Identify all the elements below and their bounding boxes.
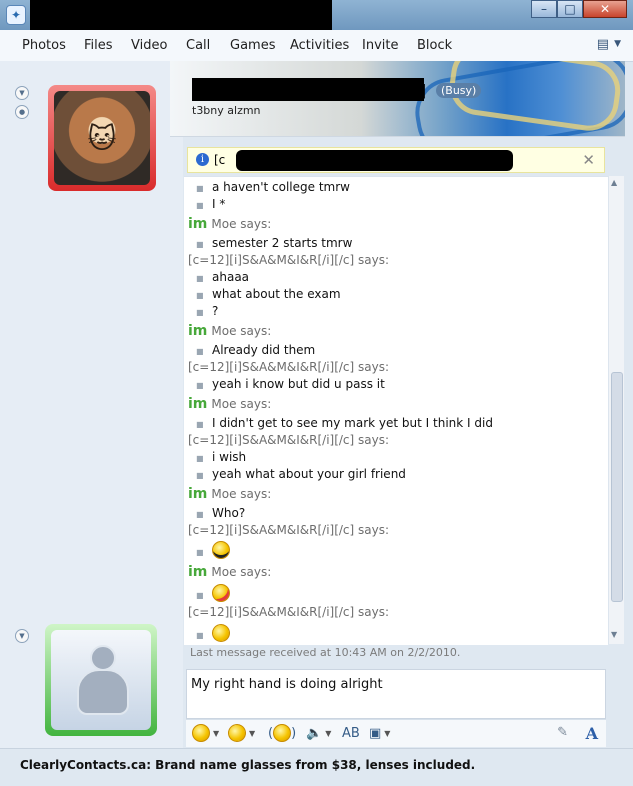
contact-status: (Busy) xyxy=(436,83,482,98)
last-message-info: Last message received at 10:43 AM on 2/2… xyxy=(190,646,461,659)
speaker-line: [c=12][i]S&A&M&I&R[/i][/c] says: xyxy=(188,253,390,267)
handwriting-icon[interactable]: ✎ xyxy=(557,725,568,740)
chat-message: ■ ahaaa xyxy=(196,270,250,284)
compose-toolbar: ▼ ▼ () 🔈 ▼ AB ▣ ▼ ✎ A xyxy=(186,719,606,747)
speaker-line: [c=12][i]S&A&M&I&R[/i][/c] says: xyxy=(188,605,390,619)
minimize-button[interactable]: – xyxy=(531,0,557,18)
speaker-line: [c=12][i]S&A&M&I&R[/i][/c] says: xyxy=(188,360,390,374)
message-input[interactable]: My right hand is doing alright xyxy=(186,669,606,719)
advertisement-bar[interactable]: ClearlyContacts.ca: Brand name glasses f… xyxy=(0,748,633,786)
left-avatar-pane: ▼ ● 🐱 ▼ xyxy=(0,61,183,748)
window-controls: – □ ✕ xyxy=(531,0,627,18)
close-window-button[interactable]: ✕ xyxy=(583,0,627,18)
voice-clip-icon[interactable]: 🔈 ▼ xyxy=(306,724,331,742)
speaker-line: [c=12][i]S&A&M&I&R[/i][/c] says: xyxy=(188,523,390,537)
smiley-icon[interactable]: ▼ xyxy=(192,724,219,742)
chat-message: ■ yeah what about your girl friend xyxy=(196,467,406,481)
conversation-history: ■ a haven't college tmrw ■ I * im Moe says:… xyxy=(184,176,608,645)
redacted-info-text xyxy=(236,150,513,171)
chat-message: ■? xyxy=(196,304,219,318)
wink-face-icon xyxy=(226,722,248,744)
nudge-icon[interactable]: () xyxy=(268,724,296,742)
chat-message: ■ xyxy=(196,584,230,602)
close-icon[interactable]: ✕ xyxy=(582,151,595,169)
wink-smiley-icon xyxy=(210,622,232,644)
kitten-photo: 🐱 xyxy=(54,91,150,185)
chat-message: ■ xyxy=(196,622,232,644)
background-icon[interactable]: ▣ ▼ xyxy=(369,724,390,742)
speaker-line: im Moe says: xyxy=(188,564,272,580)
contact-name-suffix: ] xyxy=(420,81,427,100)
chat-scrollbar[interactable]: ▲ ▼ xyxy=(608,176,624,644)
speaker-line: im Moe says: xyxy=(188,323,272,339)
speaker-line: im Moe says: xyxy=(188,216,272,232)
chat-message: ■ I * xyxy=(196,197,226,211)
default-user-icon xyxy=(51,630,151,730)
layout-dropdown-icon[interactable]: ▼ xyxy=(614,39,621,49)
chat-message: ■ xyxy=(196,541,230,559)
photos-button[interactable]: Photos xyxy=(22,38,66,53)
cool-smiley-icon xyxy=(212,541,230,559)
chat-message: ■ a haven't college tmrw xyxy=(196,180,350,194)
font-icon[interactable]: A xyxy=(586,724,598,743)
chat-message: ■ semester 2 starts tmrw xyxy=(196,236,353,250)
chat-message: ■ yeah i know but did u pass it xyxy=(196,377,385,391)
conversation-toolbar: Photos Files Video Call Games Activities… xyxy=(0,30,633,62)
expand-self-icon[interactable]: ▼ xyxy=(15,629,29,643)
scroll-up-icon[interactable]: ▲ xyxy=(611,178,617,187)
chat-message: ■ i wish xyxy=(196,450,247,464)
chat-message: ■ Who? xyxy=(196,506,246,520)
advertisement-text[interactable]: ClearlyContacts.ca: Brand name glasses f… xyxy=(20,758,475,772)
call-button[interactable]: Call xyxy=(186,38,210,53)
layout-icon[interactable]: ▤ xyxy=(597,37,609,52)
scroll-thumb[interactable] xyxy=(611,372,623,602)
wink-icon[interactable]: ▼ xyxy=(226,722,255,744)
collapse-icon[interactable]: ▼ xyxy=(15,86,29,100)
scroll-down-icon[interactable]: ▼ xyxy=(611,630,617,639)
info-bar-text: [c xyxy=(214,153,226,167)
tongue-smiley-icon xyxy=(212,584,230,602)
self-avatar[interactable] xyxy=(45,624,157,736)
contact-card-icon[interactable]: ● xyxy=(15,105,29,119)
invite-button[interactable]: Invite xyxy=(362,38,398,53)
messenger-icon: ✦ xyxy=(6,5,26,25)
chat-message: ■ what about the exam xyxy=(196,287,341,301)
speaker-line: im Moe says: xyxy=(188,396,272,412)
contact-header: ] (Busy) t3bny alzmn xyxy=(170,61,625,137)
chat-message: ■ I didn't get to see my mark yet but I t… xyxy=(196,416,493,430)
window-titlebar: ✦ – □ ✕ xyxy=(0,0,633,31)
maximize-button[interactable]: □ xyxy=(557,0,583,18)
activities-button[interactable]: Activities xyxy=(290,38,349,53)
info-bar: i [c ✕ xyxy=(187,147,605,173)
smiley-face-icon xyxy=(192,724,210,742)
video-button[interactable]: Video xyxy=(131,38,167,53)
font-style-icon[interactable]: AB xyxy=(342,724,360,742)
info-icon: i xyxy=(196,153,209,166)
speaker-line: [c=12][i]S&A&M&I&R[/i][/c] says: xyxy=(188,433,390,447)
contact-avatar[interactable]: 🐱 xyxy=(48,85,156,191)
redacted-title xyxy=(30,0,332,30)
redacted-contact-name xyxy=(192,78,424,101)
block-button[interactable]: Block xyxy=(417,38,452,53)
games-button[interactable]: Games xyxy=(230,38,275,53)
message-input-text: My right hand is doing alright xyxy=(191,677,383,692)
files-button[interactable]: Files xyxy=(84,38,113,53)
contact-personal-message: t3bny alzmn xyxy=(192,104,261,117)
speaker-line: im Moe says: xyxy=(188,486,272,502)
chat-message: ■ Already did them xyxy=(196,343,316,357)
nudge-smiley-icon xyxy=(273,724,292,742)
